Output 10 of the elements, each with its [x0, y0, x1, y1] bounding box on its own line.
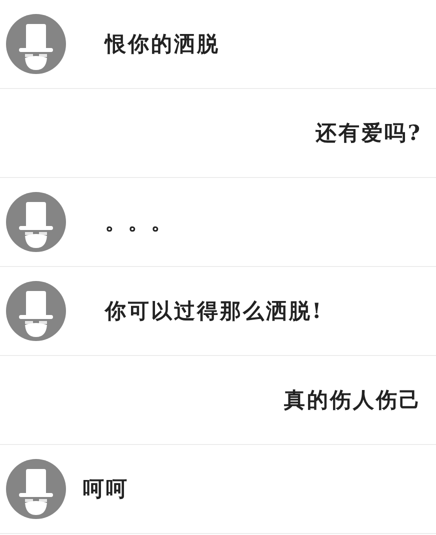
avatar-icon	[6, 192, 66, 252]
avatar-icon	[6, 281, 66, 341]
message-text: 你可以过得那么洒脱!	[105, 297, 324, 325]
avatar-icon	[6, 14, 66, 74]
message-text: 还有爱吗?	[316, 119, 422, 147]
message-text: 呵呵	[83, 475, 129, 503]
avatar-icon	[6, 459, 66, 519]
message-text: 。。。	[105, 208, 174, 236]
message-text: 真的伤人伤己	[284, 386, 422, 414]
message-text: 恨你的洒脱	[105, 30, 220, 58]
